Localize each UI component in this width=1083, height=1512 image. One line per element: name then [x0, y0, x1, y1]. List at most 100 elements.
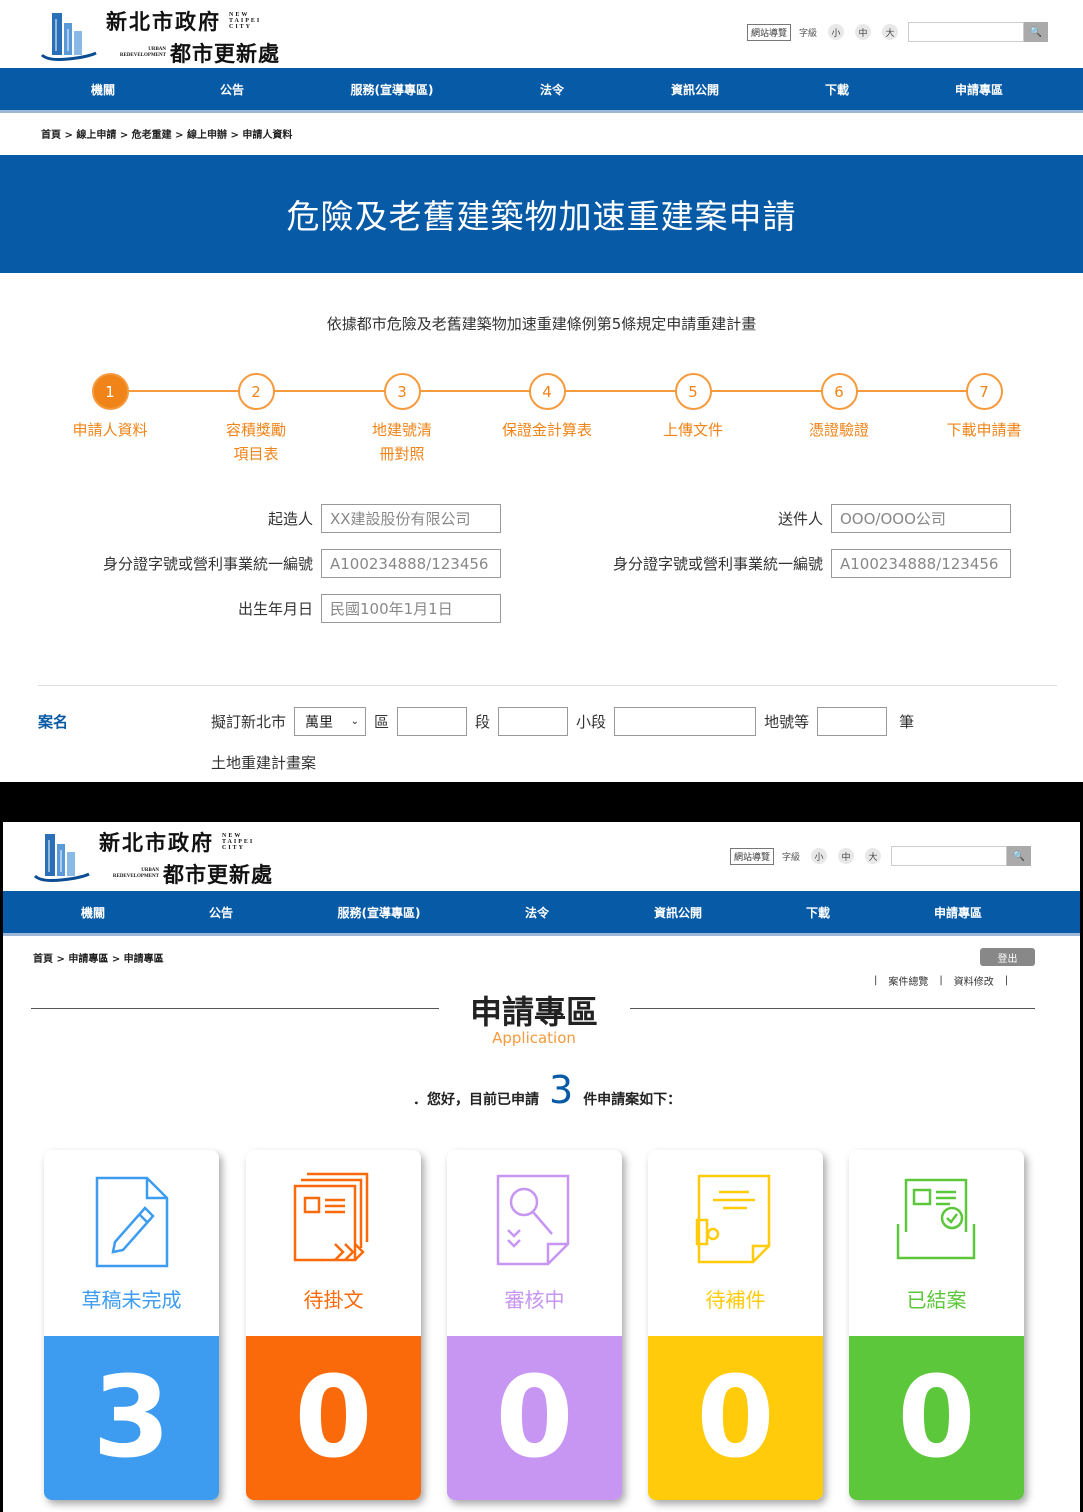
- card-count: 3: [44, 1336, 219, 1500]
- greeting: ．您好，目前已申請 3 件申請案如下：: [413, 1071, 681, 1109]
- nav-item-download[interactable]: 下載: [806, 904, 830, 921]
- lot-count-input[interactable]: [817, 707, 888, 736]
- step-label: 保證金計算表: [501, 421, 592, 439]
- step-number: 2: [237, 373, 275, 410]
- zone-subtitle: Application: [492, 1029, 576, 1047]
- logo-cn-line1: 新北市政府: [106, 9, 221, 34]
- divider: [38, 685, 1057, 686]
- step-1[interactable]: 1 申請人資料: [40, 373, 180, 442]
- status-card-pending[interactable]: 待掛文 0: [246, 1150, 421, 1500]
- district-suffix: 區: [374, 713, 390, 731]
- case-overview-link[interactable]: 案件總覽: [888, 973, 928, 988]
- font-small-button[interactable]: 小: [828, 24, 845, 40]
- font-large-button[interactable]: 大: [882, 24, 899, 40]
- chevron-down-icon: ⌄: [350, 716, 360, 727]
- logo-en-line1: NEW TAIPEI CITY: [229, 12, 262, 30]
- font-size-label: 字級: [782, 852, 801, 863]
- search-box: 🔍: [908, 22, 1049, 42]
- nav-item-application[interactable]: 申請專區: [955, 81, 1003, 98]
- status-card-review[interactable]: 審核中 0: [447, 1150, 622, 1500]
- step-7[interactable]: 7 下載申請書: [914, 373, 1054, 442]
- case-prefix: 擬訂新北市: [211, 713, 287, 731]
- district-select[interactable]: 萬里 ⌄: [294, 707, 367, 736]
- nav-item-download[interactable]: 下載: [825, 81, 849, 98]
- step-label: 上傳文件: [662, 421, 723, 439]
- site-logo[interactable]: 新北市政府 NEW TAIPEI CITY URBAN REDEVELOPMENT…: [31, 827, 273, 889]
- step-6[interactable]: 6 憑證驗證: [769, 373, 909, 442]
- id-label-left: 身分證字號或營利事業統一編號: [102, 555, 313, 573]
- breadcrumb[interactable]: 首頁 > 線上申請 > 危老重建 > 線上申辦 > 申請人資料: [41, 126, 292, 141]
- step-label: 憑證驗證: [808, 421, 869, 439]
- nav-item-information[interactable]: 資訊公開: [671, 81, 719, 98]
- review-search-icon: [492, 1172, 578, 1272]
- status-card-draft[interactable]: 草稿未完成 3: [44, 1150, 219, 1500]
- font-medium-button[interactable]: 中: [838, 848, 855, 864]
- sender-field[interactable]: OOO/OOO公司: [831, 504, 1011, 533]
- nav-item-announcement[interactable]: 公告: [209, 904, 233, 921]
- zone-title: 申請專區: [469, 993, 598, 1031]
- logo-en-line1: NEW TAIPEI CITY: [222, 833, 255, 851]
- sender-label: 送件人: [777, 510, 823, 528]
- nav-item-announcement[interactable]: 公告: [220, 81, 244, 98]
- birth-field[interactable]: 民國100年1月1日: [321, 594, 501, 623]
- building-logo-icon: [31, 830, 91, 886]
- card-label: 待掛文: [303, 1288, 364, 1312]
- breadcrumb[interactable]: 首頁 > 申請專區 > 申請專區: [33, 950, 164, 965]
- nav-item-application[interactable]: 申請專區: [934, 904, 982, 921]
- nav-item-regulations[interactable]: 法令: [540, 81, 564, 98]
- nav-item-agency[interactable]: 機關: [91, 81, 115, 98]
- font-small-button[interactable]: 小: [811, 848, 828, 864]
- status-card-supplement[interactable]: 待補件 0: [648, 1150, 823, 1500]
- builder-label: 起造人: [267, 510, 313, 528]
- nav-item-agency[interactable]: 機關: [81, 904, 105, 921]
- application-zone-screen: 新北市政府 NEW TAIPEI CITY URBAN REDEVELOPMENT…: [3, 822, 1080, 1512]
- step-2[interactable]: 2 容積獎勵 項目表: [186, 373, 326, 466]
- step-label: 下載申請書: [946, 421, 1022, 439]
- section-input[interactable]: [397, 707, 468, 736]
- step-3[interactable]: 3 地建號清冊對照: [332, 373, 472, 466]
- builder-field[interactable]: XX建設股份有限公司: [321, 504, 501, 533]
- step-number: 6: [820, 373, 858, 410]
- step-label: 地建號清: [371, 421, 432, 439]
- case-name-row: 擬訂新北市 萬里 ⌄ 區 段 小段 地號等 筆: [211, 707, 922, 736]
- site-header: 新北市政府 NEW TAIPEI CITY URBAN REDEVELOPMENT…: [3, 822, 1080, 890]
- application-form-screen: 新北市政府 NEW TAIPEI CITY URBAN REDEVELOPMENT…: [0, 0, 1083, 782]
- search-icon[interactable]: 🔍: [1007, 846, 1032, 866]
- nav-item-services[interactable]: 服務(宣導專區): [351, 81, 434, 98]
- font-large-button[interactable]: 大: [865, 848, 882, 864]
- id-field-right[interactable]: A100234888/123456: [831, 549, 1011, 578]
- logout-button[interactable]: 登出: [980, 948, 1035, 966]
- search-input[interactable]: [891, 846, 1008, 866]
- font-medium-button[interactable]: 中: [855, 24, 872, 40]
- step-label-line2: 冊對照: [379, 445, 425, 463]
- link-separator: |: [1004, 975, 1009, 986]
- search-input[interactable]: [908, 22, 1025, 42]
- district-select-value: 萬里: [305, 714, 334, 731]
- step-4[interactable]: 4 保證金計算表: [477, 373, 617, 442]
- step-number: 3: [383, 373, 421, 410]
- greeting-suffix: 件申請案如下：: [583, 1092, 682, 1108]
- lot-suffix: 地號等: [764, 713, 810, 731]
- page-banner: 危險及老舊建築物加速重建案申請: [0, 155, 1083, 273]
- id-row-right: 身分證字號或營利事業統一編號 A100234888/123456: [560, 549, 1011, 578]
- section-suffix: 段: [475, 713, 491, 731]
- subsection-input[interactable]: [498, 707, 569, 736]
- id-field-left[interactable]: A100234888/123456: [321, 549, 501, 578]
- status-card-closed[interactable]: 已結案 0: [849, 1150, 1024, 1500]
- utility-bar: 網站導覽 字級 小 中 大 🔍: [730, 846, 1032, 866]
- nav-item-regulations[interactable]: 法令: [525, 904, 549, 921]
- search-icon[interactable]: 🔍: [1024, 22, 1049, 42]
- link-separator: |: [874, 975, 878, 986]
- sitemap-link[interactable]: 網站導覽: [747, 23, 792, 41]
- nav-item-services[interactable]: 服務(宣導專區): [338, 904, 421, 921]
- logo-cn-line2: 都市更新處: [170, 41, 280, 66]
- lot-number-input[interactable]: [614, 707, 757, 736]
- card-count: 0: [849, 1336, 1024, 1500]
- step-5[interactable]: 5 上傳文件: [623, 373, 763, 442]
- sitemap-link[interactable]: 網站導覽: [730, 847, 775, 865]
- nav-item-information[interactable]: 資訊公開: [654, 904, 702, 921]
- card-label: 已結案: [906, 1288, 967, 1312]
- site-logo[interactable]: 新北市政府 NEW TAIPEI CITY URBAN REDEVELOPMENT…: [38, 6, 280, 68]
- step-label: 申請人資料: [72, 421, 148, 439]
- profile-edit-link[interactable]: 資料修改: [954, 973, 994, 988]
